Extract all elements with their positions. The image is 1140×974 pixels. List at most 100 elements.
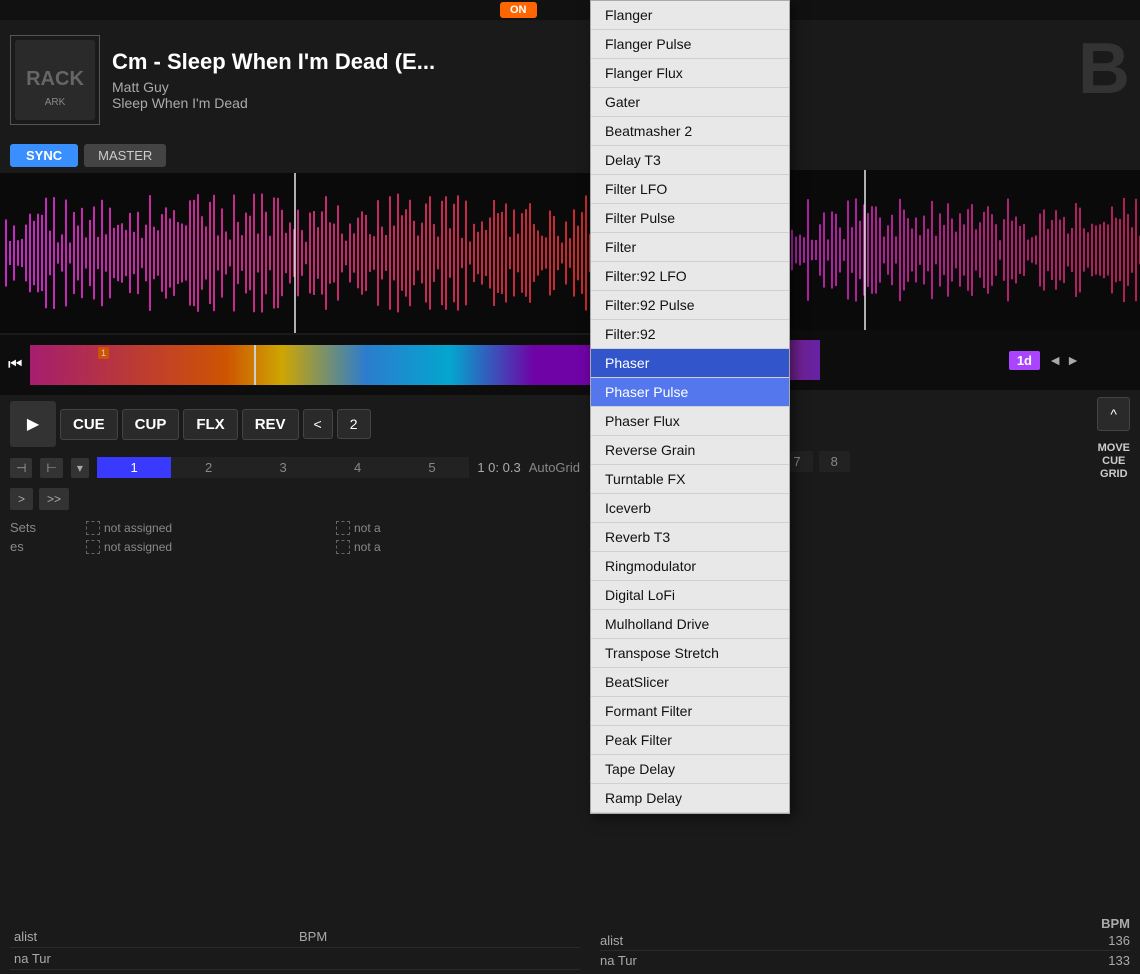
left-waveform bbox=[0, 173, 590, 333]
loop-size-label: 1d bbox=[1009, 351, 1040, 370]
slot-row-1: Sets not assigned not a bbox=[10, 520, 580, 535]
expand-single-button[interactable]: > bbox=[10, 488, 33, 510]
beat-5: 5 bbox=[395, 457, 469, 478]
slot-row-2: es not assigned not a bbox=[10, 539, 580, 554]
slot-text-3: not assigned bbox=[104, 540, 172, 554]
album-art: RACK ARK bbox=[10, 35, 100, 125]
right-bottom-table: BPM alist 136 na Tur 133 bbox=[590, 912, 1140, 974]
dropdown-item[interactable]: Tape Delay bbox=[591, 755, 789, 784]
caret-up-button[interactable]: ^ bbox=[1097, 397, 1130, 431]
svg-text:RACK: RACK bbox=[26, 68, 84, 90]
dropdown-item[interactable]: Phaser bbox=[591, 349, 789, 378]
beat-4: 4 bbox=[320, 457, 394, 478]
beat-2: 2 bbox=[171, 457, 245, 478]
loop-back-button[interactable]: < bbox=[303, 409, 333, 439]
dropdown-item[interactable]: Ramp Delay bbox=[591, 784, 789, 813]
beatgrid-numbers: 1 2 3 4 5 bbox=[97, 457, 469, 478]
on-toggle[interactable]: ON bbox=[500, 2, 537, 18]
table-cell-1: alist bbox=[10, 928, 295, 945]
slot-text-4: not a bbox=[354, 540, 381, 554]
loop-size-button[interactable]: 2 bbox=[337, 409, 371, 439]
cue-button[interactable]: CUE bbox=[60, 409, 118, 440]
slot-icon-2 bbox=[336, 521, 350, 535]
slot-icon-4 bbox=[336, 540, 350, 554]
dropdown-item[interactable]: Flanger Pulse bbox=[591, 30, 789, 59]
table-row-2: na Tur bbox=[10, 948, 580, 970]
svg-text:ARK: ARK bbox=[45, 97, 66, 108]
left-deck: RACK ARK Cm - Sleep When I'm Dead (E... … bbox=[0, 20, 590, 974]
flx-button[interactable]: FLX bbox=[183, 409, 237, 440]
dropdown-item[interactable]: Ringmodulator bbox=[591, 552, 789, 581]
left-beatgrid-row: ⊣ ⊢ ▾ 1 2 3 4 5 1 0: 0.3 AutoGrid bbox=[0, 453, 590, 482]
dropdown-item[interactable]: BeatSlicer bbox=[591, 668, 789, 697]
track-details: Cm - Sleep When I'm Dead (E... Matt Guy … bbox=[112, 49, 580, 111]
left-bottom-slots: Sets not assigned not a es not assigned bbox=[0, 516, 590, 922]
dropdown-item[interactable]: Flanger Flux bbox=[591, 59, 789, 88]
top-bar: ON bbox=[0, 0, 1140, 20]
main-container: RACK ARK Cm - Sleep When I'm Dead (E... … bbox=[0, 20, 1140, 974]
slot-not-assigned-3: not assigned bbox=[86, 539, 330, 554]
dropdown-item[interactable]: Filter LFO bbox=[591, 175, 789, 204]
dropdown-item[interactable]: Mulholland Drive bbox=[591, 610, 789, 639]
dropdown-item[interactable]: Digital LoFi bbox=[591, 581, 789, 610]
table-row: alist BPM bbox=[10, 926, 580, 948]
play-button[interactable]: ▶ bbox=[10, 401, 56, 447]
dropdown-item[interactable]: Phaser Pulse bbox=[591, 378, 789, 407]
beat-next-button[interactable]: ⊢ bbox=[40, 458, 62, 478]
slot-not-assigned-4: not a bbox=[336, 539, 580, 554]
right-table-row-1: alist 136 bbox=[600, 931, 1130, 951]
slot-icon-1 bbox=[86, 521, 100, 535]
loop-next-button[interactable]: ► bbox=[1066, 352, 1080, 368]
sets-label: Sets bbox=[10, 520, 80, 535]
dropdown-item[interactable]: Turntable FX bbox=[591, 465, 789, 494]
dropdown-item[interactable]: Flanger bbox=[591, 1, 789, 30]
rev-button[interactable]: REV bbox=[242, 409, 299, 440]
dropdown-item[interactable]: Filter Pulse bbox=[591, 204, 789, 233]
dropdown-item[interactable]: Formant Filter bbox=[591, 697, 789, 726]
left-mini-waveform: ⏮ 1 bbox=[0, 335, 590, 395]
dropdown-item[interactable]: Reverb T3 bbox=[591, 523, 789, 552]
beat-prev-button[interactable]: ⊣ bbox=[10, 458, 32, 478]
dropdown-item[interactable]: Filter bbox=[591, 233, 789, 262]
slot-not-assigned-2: not a bbox=[336, 520, 580, 535]
sync-master-row: SYNC MASTER bbox=[0, 140, 590, 171]
table-cell-2: na Tur bbox=[10, 950, 580, 967]
dropdown-item[interactable]: Reverse Grain bbox=[591, 436, 789, 465]
table-bpm-1: BPM bbox=[295, 928, 580, 945]
slot-text-1: not assigned bbox=[104, 521, 172, 535]
dropdown-item[interactable]: Delay T3 bbox=[591, 146, 789, 175]
loop-prev-button[interactable]: ◄ bbox=[1048, 352, 1062, 368]
dropdown-item[interactable]: Filter:92 Pulse bbox=[591, 291, 789, 320]
left-transport-row: ▶ CUE CUP FLX REV < 2 bbox=[0, 395, 590, 453]
dropdown-item[interactable]: Phaser Flux bbox=[591, 407, 789, 436]
dropdown-item[interactable]: Beatmasher 2 bbox=[591, 117, 789, 146]
right-table-row-2: na Tur 133 bbox=[600, 951, 1130, 970]
track-album: Sleep When I'm Dead bbox=[112, 95, 580, 111]
es-label: es bbox=[10, 539, 80, 554]
fx-dropdown-menu[interactable]: FlangerFlanger PulseFlanger FluxGaterBea… bbox=[590, 0, 790, 814]
move-cue-grid-label: MOVE CUE GRID bbox=[1098, 442, 1130, 482]
dropdown-item[interactable]: Peak Filter bbox=[591, 726, 789, 755]
back-to-start-button[interactable]: ⏮ bbox=[8, 356, 22, 374]
beat-3: 3 bbox=[246, 457, 320, 478]
slot-icon-3 bbox=[86, 540, 100, 554]
beat-1: 1 bbox=[97, 457, 171, 478]
bottom-table: alist BPM na Tur bbox=[0, 922, 590, 974]
expand-double-button[interactable]: >> bbox=[39, 488, 69, 510]
slot-text-2: not a bbox=[354, 521, 381, 535]
dropdown-item[interactable]: Filter:92 bbox=[591, 320, 789, 349]
beatgrid-info: 1 0: 0.3 bbox=[477, 460, 520, 475]
track-title: Cm - Sleep When I'm Dead (E... bbox=[112, 49, 580, 75]
dropdown-item[interactable]: Transpose Stretch bbox=[591, 639, 789, 668]
beat-down-button[interactable]: ▾ bbox=[71, 458, 89, 478]
track-info: RACK ARK Cm - Sleep When I'm Dead (E... … bbox=[0, 20, 590, 140]
autogrid-label: AutoGrid bbox=[529, 460, 580, 475]
album-art-image: RACK ARK bbox=[10, 35, 100, 125]
sync-button[interactable]: SYNC bbox=[10, 144, 78, 167]
track-artist: Matt Guy bbox=[112, 79, 580, 95]
master-button[interactable]: MASTER bbox=[84, 144, 166, 167]
cup-button[interactable]: CUP bbox=[122, 409, 180, 440]
dropdown-item[interactable]: Filter:92 LFO bbox=[591, 262, 789, 291]
dropdown-item[interactable]: Gater bbox=[591, 88, 789, 117]
dropdown-item[interactable]: Iceverb bbox=[591, 494, 789, 523]
